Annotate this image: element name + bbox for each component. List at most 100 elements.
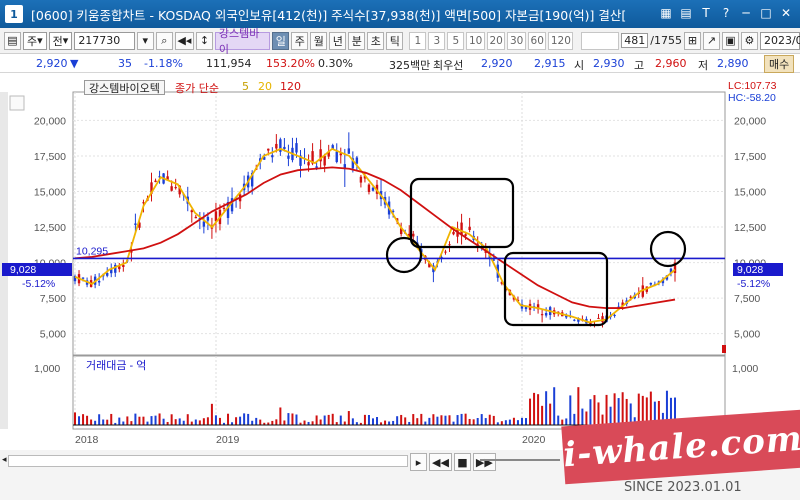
volume-bar — [319, 419, 322, 425]
save-icon[interactable]: ▣ — [721, 31, 739, 50]
candle-body — [206, 216, 210, 221]
date-input[interactable]: 2023/0 — [759, 31, 800, 50]
count-display: 481 /1755 — [621, 32, 682, 50]
candle-body — [307, 162, 310, 166]
volume-bar — [452, 421, 455, 425]
volume-bar — [597, 402, 600, 425]
interval-5[interactable]: 5 — [447, 31, 465, 50]
pause-icon[interactable]: ■ — [453, 453, 471, 471]
type-label: 전 — [52, 34, 63, 48]
scroll-left-icon[interactable]: ◂ — [2, 455, 12, 467]
zoom-slider[interactable] — [480, 459, 560, 461]
open-label: 시 — [574, 59, 585, 72]
volume-bar — [412, 414, 415, 425]
volume-bar — [214, 415, 217, 425]
minimize-icon[interactable]: ─ — [738, 5, 754, 21]
stock-name-label[interactable]: 강스템바이 — [214, 27, 271, 56]
interval-20[interactable]: 20 — [486, 31, 506, 50]
current-price: 2,920 — [36, 57, 68, 70]
tab-day[interactable]: 일 — [272, 31, 290, 50]
chart-type-icon[interactable]: ▤ — [4, 31, 21, 50]
candle-body — [371, 187, 375, 191]
horizontal-scrollbar[interactable] — [8, 455, 408, 467]
sort-icon[interactable]: ↕ — [195, 31, 213, 50]
help-icon[interactable]: ? — [718, 5, 734, 21]
code-dropdown-icon[interactable]: ▾ — [136, 31, 154, 50]
volume-bar — [239, 416, 242, 425]
tab-second[interactable]: 초 — [367, 31, 385, 50]
volume-bar — [456, 415, 459, 425]
stock-code-input[interactable]: 217730 — [74, 31, 135, 50]
link-icon[interactable]: ▦ — [658, 5, 674, 21]
volume-bar — [565, 418, 568, 425]
settings-icon[interactable]: ⚙ — [740, 31, 758, 50]
sound-icon[interactable]: ◀◂ — [174, 31, 194, 50]
search-icon[interactable]: ⌕ — [155, 31, 173, 50]
interval-1[interactable]: 1 — [409, 31, 427, 50]
zoom-icon[interactable]: ⊞ — [683, 31, 701, 50]
rewind-icon[interactable]: ◀◀ — [429, 453, 452, 471]
volume-bar — [400, 414, 403, 425]
window-title: [0600] 키움종합차트 - KOSDAQ 외국인보유[412(천)] 주식수… — [31, 7, 627, 23]
volume-bar — [605, 394, 608, 425]
grid-icon[interactable]: ▤ — [678, 5, 694, 21]
text-icon[interactable]: T — [698, 5, 714, 21]
best-bid: 2,915 — [534, 57, 566, 70]
candle-body — [412, 233, 415, 237]
volume-bar — [396, 416, 399, 425]
volume-bar — [158, 413, 161, 425]
candle-body — [323, 155, 326, 166]
trend-icon[interactable]: ↗ — [702, 31, 720, 50]
volume-bar — [327, 414, 330, 425]
volume-bar — [525, 418, 528, 425]
forward-icon[interactable]: ▶▶ — [472, 453, 496, 471]
high-price: 2,960 — [655, 57, 687, 70]
volume-bar — [259, 419, 262, 425]
y-tick-label-right: 5,000 — [734, 329, 760, 341]
candle-body — [275, 143, 278, 149]
tab-year[interactable]: 년 — [329, 31, 347, 50]
buy-button[interactable]: 매수 — [764, 55, 795, 73]
tab-month[interactable]: 월 — [310, 31, 328, 50]
volume-bar — [404, 417, 407, 425]
volume-bar — [162, 418, 165, 425]
volume-bar — [94, 420, 97, 425]
volume-bar — [589, 399, 592, 425]
type-select[interactable]: 전 ▾ — [48, 31, 73, 50]
turnover: 0.30% — [318, 57, 353, 70]
interval-120[interactable]: 120 — [548, 31, 574, 50]
tab-minute[interactable]: 분 — [348, 31, 366, 50]
volume-bar — [275, 419, 278, 425]
settings-icon[interactable] — [9, 95, 25, 111]
high-label: 고 — [634, 59, 645, 72]
price-chart: 20,00017,50015,00012,50010,0007,5005,000… — [0, 74, 800, 450]
scroll-right-icon[interactable]: ▸ — [410, 453, 427, 471]
restore-icon[interactable]: □ — [758, 5, 774, 21]
candle-body — [214, 211, 218, 222]
tab-tick[interactable]: 틱 — [386, 31, 404, 50]
interval-3[interactable]: 3 — [428, 31, 446, 50]
candle-body — [122, 264, 125, 268]
period-select[interactable]: 주 ▾ — [23, 31, 47, 50]
volume-bar — [198, 420, 201, 425]
interval-input[interactable] — [581, 31, 620, 50]
ma120-legend: 120 — [280, 80, 301, 93]
low-label: 저 — [698, 59, 709, 72]
volume-bar — [339, 415, 342, 425]
candle-body — [174, 187, 177, 189]
volume-bar — [545, 391, 548, 425]
tab-week[interactable]: 주 — [291, 31, 309, 50]
close-icon[interactable]: ✕ — [778, 5, 794, 21]
volume-bar — [621, 392, 624, 425]
volume-bar — [202, 418, 205, 425]
down-arrow-icon: ▼ — [70, 57, 79, 70]
count-value[interactable]: 481 — [621, 33, 649, 48]
interval-30[interactable]: 30 — [507, 31, 526, 50]
volume-bar — [561, 419, 564, 425]
candle-body — [613, 315, 616, 317]
interval-60[interactable]: 60 — [527, 31, 547, 50]
interval-10[interactable]: 10 — [466, 31, 485, 50]
volume-bar — [508, 419, 511, 425]
candle-body — [271, 155, 274, 158]
volume-bar — [428, 417, 431, 425]
